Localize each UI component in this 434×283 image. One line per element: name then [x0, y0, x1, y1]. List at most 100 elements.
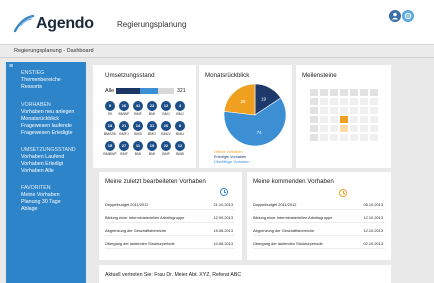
list-item-title[interactable]: Doppelbudget 2011/2012 — [253, 202, 296, 207]
ressort-dot-label: BMS — [134, 132, 142, 136]
calendar-cell[interactable] — [340, 89, 348, 96]
ressort-dot[interactable]: 8 — [175, 121, 185, 131]
list-item[interactable]: Bildung einer Interministeriellen Arbeit… — [105, 213, 235, 223]
calendar-cell[interactable] — [370, 116, 378, 123]
ressort-dot[interactable]: 21 — [119, 121, 129, 131]
calendar-cell[interactable] — [330, 134, 338, 141]
calendar-cell[interactable] — [320, 89, 328, 96]
sidebar-item[interactable]: Vorhaben Erledigt — [21, 161, 63, 168]
calendar-cell[interactable] — [360, 116, 368, 123]
list-item[interactable]: Bildung einer Interministeriellen Arbeit… — [253, 213, 385, 223]
calendar-cell[interactable] — [370, 134, 378, 141]
meilensteine-card: Meilensteine — [296, 65, 391, 168]
list-item-date: 12.10.2013 — [363, 215, 383, 220]
list-item[interactable]: Abgrenzung der Geschäftsbereiche 15.08.20… — [105, 226, 235, 236]
list-item-title[interactable]: Übergang der laufenden Strukturperiode — [105, 241, 175, 246]
list-item[interactable]: Abgrenzung der Geschäftsbereiche 12.10.20… — [253, 226, 385, 236]
ressort-dot[interactable]: 14 — [133, 121, 143, 131]
user-icon[interactable] — [389, 10, 401, 22]
list-item[interactable]: Übergang der laufenden Strukturperiode 10… — [105, 239, 235, 249]
ressort-dot[interactable]: 16 — [119, 101, 129, 111]
ressort-dot[interactable]: 22 — [161, 141, 171, 151]
sidebar-item[interactable]: Vorhaben neu anlegen — [21, 109, 74, 116]
calendar-cell[interactable] — [320, 98, 328, 105]
calendar-cell[interactable] — [340, 116, 348, 123]
calendar-cell[interactable] — [350, 125, 358, 132]
card-title: Monatsrückblick — [205, 72, 250, 79]
gear-icon[interactable] — [402, 10, 414, 22]
calendar-cell[interactable] — [320, 125, 328, 132]
sidebar-item[interactable]: Ablage — [21, 206, 38, 213]
calendar-cell[interactable] — [330, 89, 338, 96]
calendar-cell[interactable] — [330, 107, 338, 114]
monats-pie-chart[interactable]: 19 74 28 — [222, 82, 288, 148]
calendar-cell[interactable] — [360, 89, 368, 96]
ressort-dot[interactable]: 31 — [147, 121, 157, 131]
calendar-cell[interactable] — [310, 134, 318, 141]
calendar-cell[interactable] — [340, 125, 348, 132]
calendar-cell[interactable] — [360, 107, 368, 114]
ressort-dot[interactable]: 15 — [105, 141, 115, 151]
list-item-title[interactable]: Übergang der laufenden Strukturperiode — [253, 241, 323, 246]
calendar-cell[interactable] — [340, 98, 348, 105]
calendar-cell[interactable] — [320, 134, 328, 141]
ressort-dot[interactable]: 9 — [105, 101, 115, 111]
list-item-title[interactable]: Abgrenzung der Geschäftsbereiche — [105, 228, 166, 233]
calendar-cell[interactable] — [320, 116, 328, 123]
ressort-dot[interactable]: 19 — [147, 141, 157, 151]
list-item[interactable]: Übergang der laufenden Strukturperiode 02… — [253, 239, 385, 249]
calendar-cell[interactable] — [360, 134, 368, 141]
sidebar-item[interactable]: Vorhaben Laufend — [21, 154, 64, 161]
calendar-cell[interactable] — [350, 116, 358, 123]
milestone-calendar[interactable] — [310, 89, 382, 151]
calendar-cell[interactable] — [360, 125, 368, 132]
calendar-cell[interactable] — [330, 125, 338, 132]
sidebar-item[interactable]: Monatsrückblick — [21, 116, 59, 123]
list-item-title[interactable]: Bildung einer Interministeriellen Arbeit… — [253, 215, 332, 220]
sidebar-item[interactable]: Themenbereiche — [21, 77, 61, 84]
sidebar-item[interactable]: Fragewesen Erledigte — [21, 130, 73, 137]
calendar-cell[interactable] — [350, 134, 358, 141]
sidebar-item[interactable]: Vorhaben Alle — [21, 168, 54, 175]
calendar-cell[interactable] — [310, 107, 318, 114]
sidebar-item[interactable]: Planung 30 Tage — [21, 199, 61, 206]
calendar-cell[interactable] — [370, 107, 378, 114]
calendar-cell[interactable] — [370, 89, 378, 96]
ressort-dot[interactable]: 27 — [119, 141, 129, 151]
sidebar-item[interactable]: Fragewesen laufende — [21, 123, 72, 130]
calendar-cell[interactable] — [370, 98, 378, 105]
menu-icon[interactable]: ≡ — [9, 63, 16, 70]
calendar-cell[interactable] — [350, 98, 358, 105]
calendar-cell[interactable] — [330, 116, 338, 123]
ressort-dot[interactable]: 12 — [175, 141, 185, 151]
sidebar-item[interactable]: Ressorts — [21, 84, 42, 91]
list-item-title[interactable]: Bildung einer Interministeriellen Arbeit… — [105, 215, 184, 220]
calendar-cell[interactable] — [340, 107, 348, 114]
list-item[interactable]: Doppelbudget 2011/2012 21.10.2013 — [105, 200, 235, 210]
list-item-title[interactable]: Abgrenzung der Geschäftsbereiche — [253, 228, 314, 233]
calendar-cell[interactable] — [340, 134, 348, 141]
ressort-dot[interactable]: 18 — [105, 121, 115, 131]
breadcrumb-text[interactable]: Regierungsplanung - Dashboard — [14, 47, 94, 55]
list-item-title[interactable]: Doppelbudget 2011/2012 — [105, 202, 148, 207]
ressort-dot[interactable]: 4 — [175, 101, 185, 111]
list-item[interactable]: Doppelbudget 2011/2012 05.10.2013 — [253, 200, 385, 210]
breadcrumb: Regierungsplanung - Dashboard — [0, 44, 434, 58]
calendar-cell[interactable] — [350, 89, 358, 96]
alle-progress-bar[interactable] — [116, 88, 174, 94]
calendar-cell[interactable] — [310, 98, 318, 105]
calendar-cell[interactable] — [310, 116, 318, 123]
calendar-cell[interactable] — [310, 125, 318, 132]
ressort-dot[interactable]: 23 — [147, 101, 157, 111]
ressort-dot[interactable]: 12 — [161, 101, 171, 111]
sidebar-item[interactable]: Meine Vorhaben — [21, 192, 60, 199]
ressort-dot[interactable]: 11 — [133, 141, 143, 151]
calendar-cell[interactable] — [350, 107, 358, 114]
calendar-cell[interactable] — [370, 125, 378, 132]
ressort-dot[interactable]: 41 — [133, 101, 143, 111]
calendar-cell[interactable] — [310, 89, 318, 96]
ressort-dot[interactable]: 20 — [161, 121, 171, 131]
calendar-cell[interactable] — [360, 98, 368, 105]
calendar-cell[interactable] — [320, 107, 328, 114]
calendar-cell[interactable] — [330, 98, 338, 105]
